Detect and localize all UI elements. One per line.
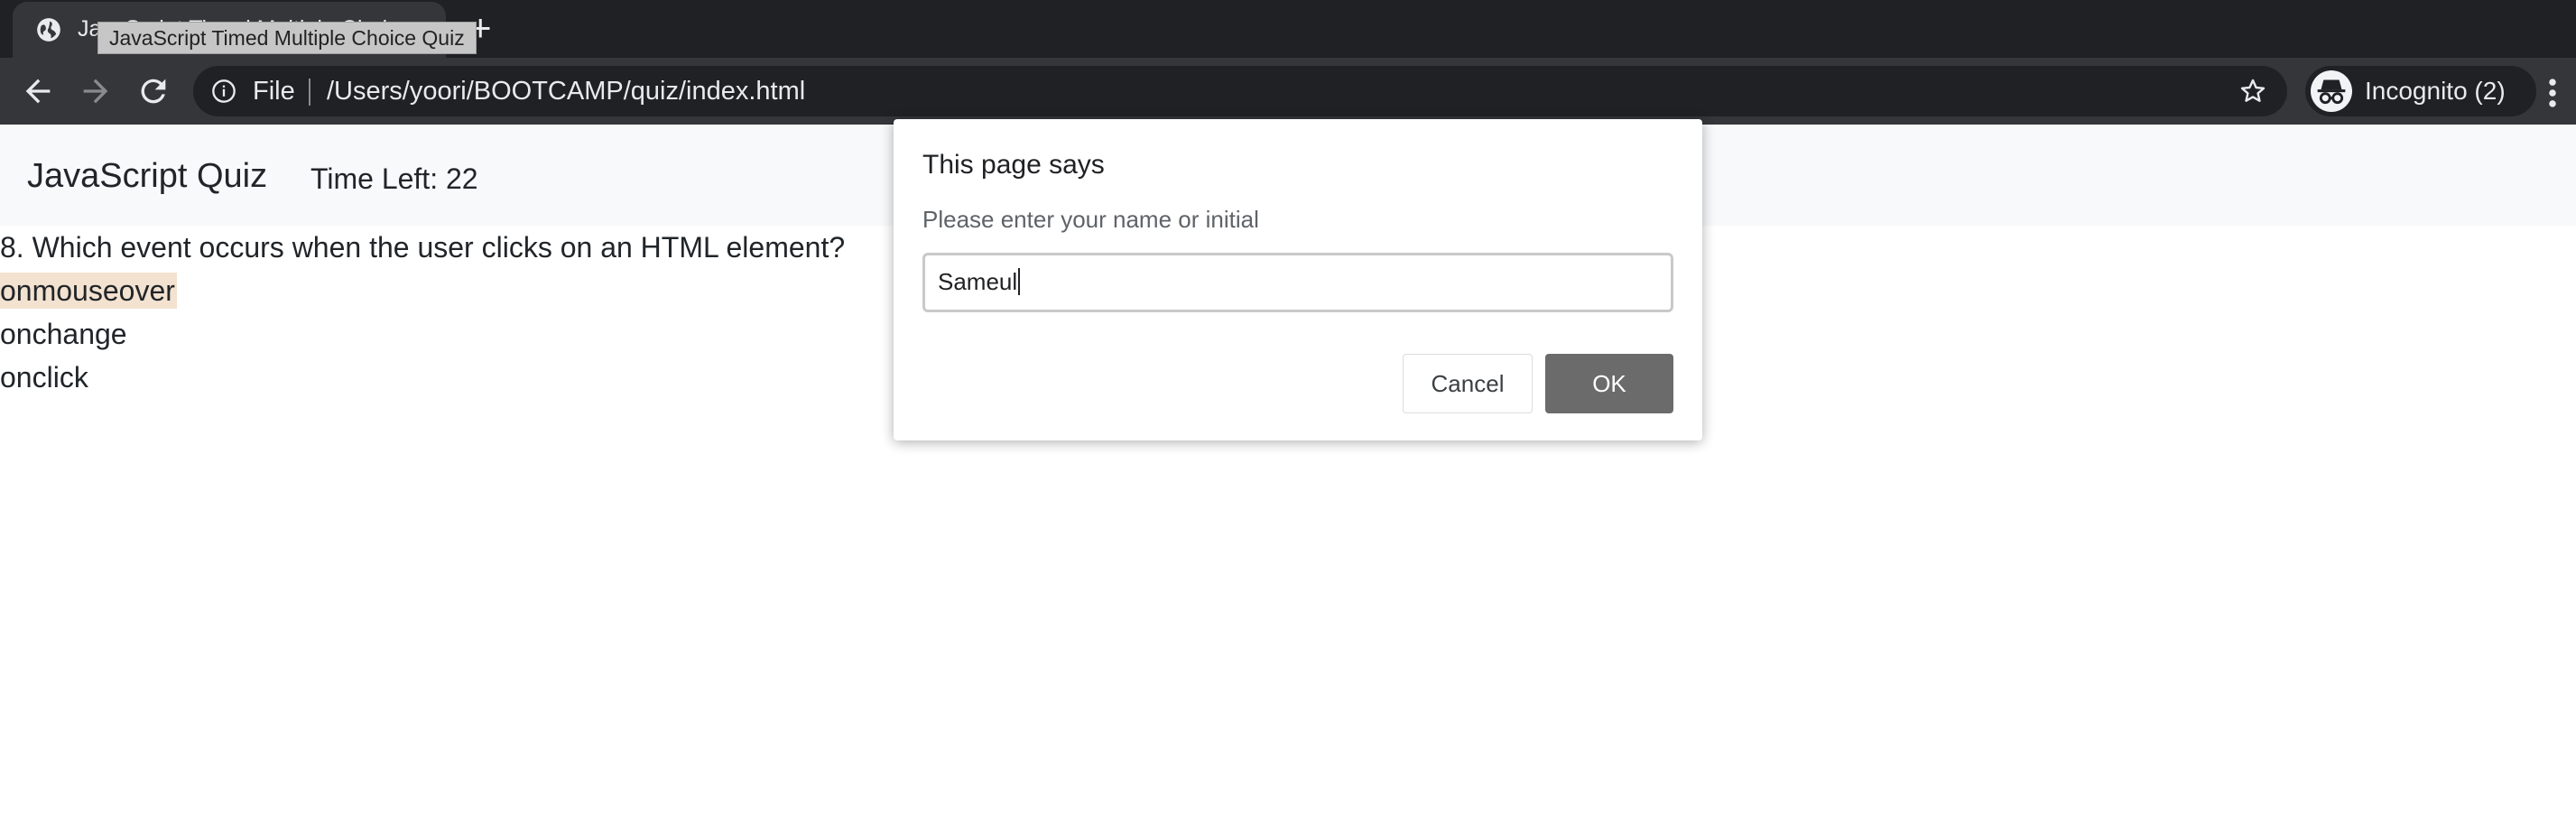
dialog-title: This page says [922,150,1105,180]
tab-strip: JavaScript Timed Multiple Choice Quiz + … [0,0,2576,58]
info-icon[interactable] [211,79,236,104]
question-text: 8. Which event occurs when the user clic… [0,231,846,264]
back-icon[interactable] [20,73,56,109]
address-bar[interactable]: File /Users/yoori/BOOTCAMP/quiz/index.ht… [193,66,2287,116]
name-input-text: Sameul [938,268,1018,295]
time-left: Time Left: 22 [310,162,478,195]
answer-choice[interactable]: onmouseover [0,273,177,309]
name-input-value: Sameul [938,268,1021,296]
profile-label: Incognito (2) [2365,77,2506,105]
reload-icon[interactable] [135,73,171,109]
star-icon[interactable] [2238,77,2267,106]
scheme-label: File [253,77,295,106]
omnibox-divider [309,79,310,106]
forward-icon[interactable] [78,73,114,109]
text-caret [1018,268,1021,295]
prompt-dialog: This page says Please enter your name or… [894,119,1702,440]
menu-icon[interactable] [2547,78,2558,108]
url-text[interactable]: /Users/yoori/BOOTCAMP/quiz/index.html [327,77,805,107]
ok-button[interactable]: OK [1545,354,1673,413]
tab-tooltip: JavaScript Timed Multiple Choice Quiz [97,22,477,54]
incognito-icon [2311,70,2352,112]
answer-choice[interactable]: onchange [0,316,127,352]
browser-toolbar: File /Users/yoori/BOOTCAMP/quiz/index.ht… [0,58,2576,125]
profile-button[interactable]: Incognito (2) [2305,66,2536,116]
quiz-brand[interactable]: JavaScript Quiz [27,157,267,196]
cancel-button[interactable]: Cancel [1403,354,1533,413]
globe-icon [37,18,60,42]
dialog-message: Please enter your name or initial [922,206,1259,233]
answer-choice[interactable]: onclick [0,359,88,395]
name-input[interactable]: Sameul [922,253,1673,312]
